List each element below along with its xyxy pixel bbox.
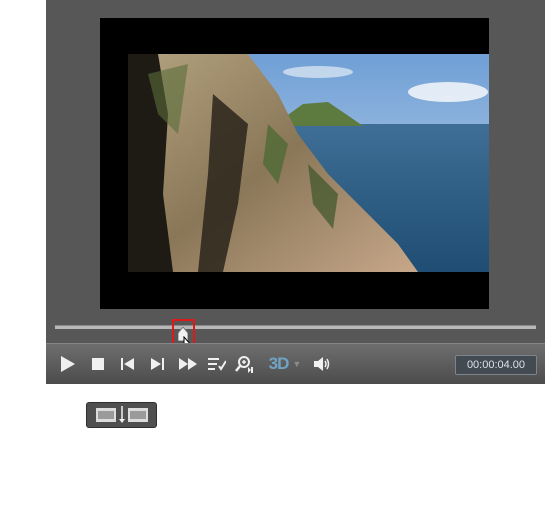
zoom-button[interactable]	[234, 354, 258, 374]
preview-viewport	[100, 18, 489, 309]
volume-icon	[314, 357, 330, 371]
playback-controls: 3D ▼ 00:00:04.00	[46, 343, 545, 384]
video-player: 3D ▼ 00:00:04.00	[46, 0, 545, 384]
playlist-icon	[208, 358, 226, 371]
chevron-down-icon: ▼	[292, 359, 302, 369]
fast-forward-button[interactable]	[178, 354, 198, 374]
fast-forward-icon	[179, 358, 197, 370]
next-frame-button[interactable]	[149, 354, 165, 374]
stop-icon	[92, 358, 104, 370]
previous-frame-icon	[121, 358, 134, 370]
stop-button[interactable]	[91, 354, 105, 374]
3d-toggle-button[interactable]: 3D ▼	[268, 354, 302, 374]
play-button[interactable]	[59, 354, 77, 374]
seek-bar[interactable]	[55, 325, 536, 329]
3d-label: 3D	[268, 354, 290, 373]
playlist-button[interactable]	[207, 354, 227, 374]
next-frame-icon	[151, 358, 164, 370]
video-frame	[128, 54, 489, 272]
previous-frame-button[interactable]	[120, 354, 136, 374]
timecode-display: 00:00:04.00	[455, 355, 537, 375]
split-clip-icon	[95, 406, 148, 423]
play-icon	[61, 356, 75, 372]
split-clip-button[interactable]	[86, 402, 157, 428]
zoom-icon	[235, 356, 253, 373]
volume-button[interactable]	[312, 354, 332, 374]
